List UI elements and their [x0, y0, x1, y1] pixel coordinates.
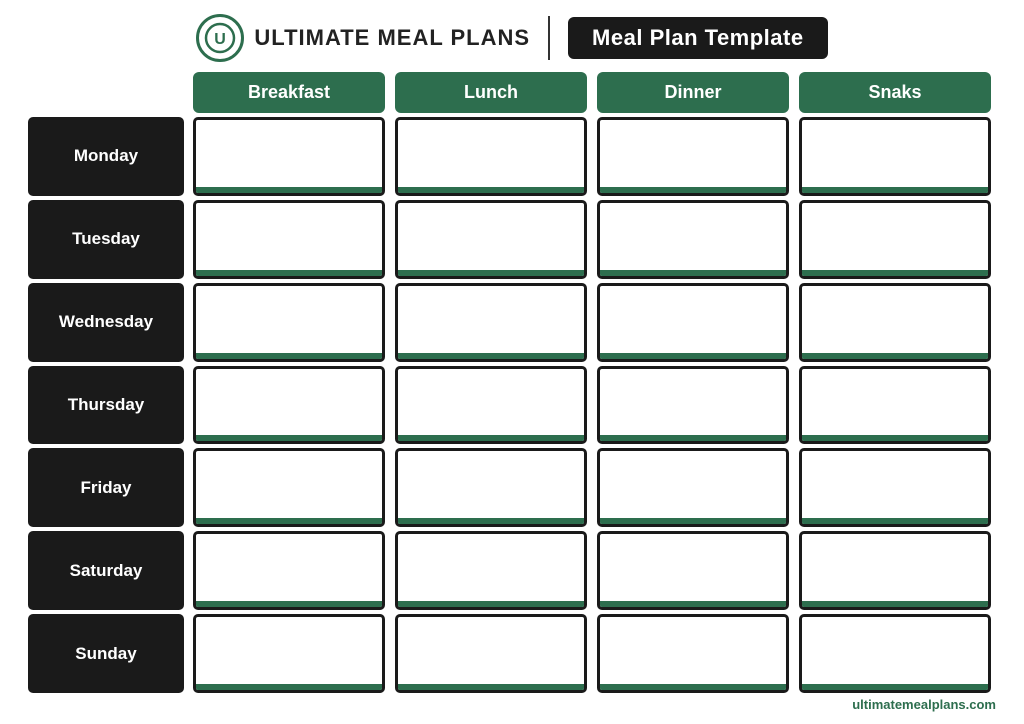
meal-cell-saturday-breakfast[interactable] — [193, 531, 385, 610]
header-divider — [548, 16, 550, 60]
meal-cell-saturday-snaks[interactable] — [799, 531, 991, 610]
day-label-monday: Monday — [28, 117, 184, 196]
meal-cell-monday-dinner[interactable] — [597, 117, 789, 196]
day-label-tuesday: Tuesday — [28, 200, 184, 279]
day-row: Sunday — [28, 614, 996, 693]
meal-cell-tuesday-lunch[interactable] — [395, 200, 587, 279]
meal-cell-saturday-dinner[interactable] — [597, 531, 789, 610]
meal-cell-friday-dinner[interactable] — [597, 448, 789, 527]
col-header-breakfast: Breakfast — [193, 72, 385, 113]
meal-cell-monday-snaks[interactable] — [799, 117, 991, 196]
meal-cell-sunday-dinner[interactable] — [597, 614, 789, 693]
header: U ULTIMATE MEAL PLANS Meal Plan Template — [28, 0, 996, 72]
day-row: Saturday — [28, 531, 996, 610]
page: U ULTIMATE MEAL PLANS Meal Plan Template… — [0, 0, 1024, 724]
logo-icon: U — [204, 22, 236, 54]
day-label-sunday: Sunday — [28, 614, 184, 693]
day-label-friday: Friday — [28, 448, 184, 527]
day-row: Friday — [28, 448, 996, 527]
day-row: Monday — [28, 117, 996, 196]
col-header-empty — [28, 72, 188, 113]
meal-cell-sunday-snaks[interactable] — [799, 614, 991, 693]
meal-cell-thursday-dinner[interactable] — [597, 366, 789, 445]
col-header-dinner: Dinner — [597, 72, 789, 113]
meal-cell-thursday-snaks[interactable] — [799, 366, 991, 445]
meal-cell-tuesday-snaks[interactable] — [799, 200, 991, 279]
meal-cell-saturday-lunch[interactable] — [395, 531, 587, 610]
day-row: Tuesday — [28, 200, 996, 279]
day-row: Wednesday — [28, 283, 996, 362]
brand: U ULTIMATE MEAL PLANS — [196, 14, 530, 62]
day-label-thursday: Thursday — [28, 366, 184, 445]
meal-cell-wednesday-dinner[interactable] — [597, 283, 789, 362]
meal-cell-wednesday-lunch[interactable] — [395, 283, 587, 362]
meal-cell-friday-lunch[interactable] — [395, 448, 587, 527]
template-title: Meal Plan Template — [568, 17, 828, 59]
meal-cell-friday-breakfast[interactable] — [193, 448, 385, 527]
day-label-saturday: Saturday — [28, 531, 184, 610]
brand-name: ULTIMATE MEAL PLANS — [254, 25, 530, 51]
meal-cell-sunday-breakfast[interactable] — [193, 614, 385, 693]
meal-cell-wednesday-snaks[interactable] — [799, 283, 991, 362]
col-header-snaks: Snaks — [799, 72, 991, 113]
meal-cell-thursday-breakfast[interactable] — [193, 366, 385, 445]
meal-cell-tuesday-breakfast[interactable] — [193, 200, 385, 279]
footer: ultimatemealplans.com — [28, 693, 996, 714]
footer-website: ultimatemealplans.com — [852, 697, 996, 712]
meal-cell-sunday-lunch[interactable] — [395, 614, 587, 693]
meal-cell-wednesday-breakfast[interactable] — [193, 283, 385, 362]
meal-cell-monday-lunch[interactable] — [395, 117, 587, 196]
meal-cell-monday-breakfast[interactable] — [193, 117, 385, 196]
logo-circle: U — [196, 14, 244, 62]
svg-text:U: U — [215, 31, 227, 48]
col-header-lunch: Lunch — [395, 72, 587, 113]
meal-cell-thursday-lunch[interactable] — [395, 366, 587, 445]
day-label-wednesday: Wednesday — [28, 283, 184, 362]
meal-cell-tuesday-dinner[interactable] — [597, 200, 789, 279]
day-row: Thursday — [28, 366, 996, 445]
meal-cell-friday-snaks[interactable] — [799, 448, 991, 527]
day-rows: MondayTuesdayWednesdayThursdayFridaySatu… — [28, 117, 996, 693]
meal-grid-wrapper: BreakfastLunchDinnerSnaks MondayTuesdayW… — [28, 72, 996, 693]
column-headers: BreakfastLunchDinnerSnaks — [28, 72, 996, 113]
